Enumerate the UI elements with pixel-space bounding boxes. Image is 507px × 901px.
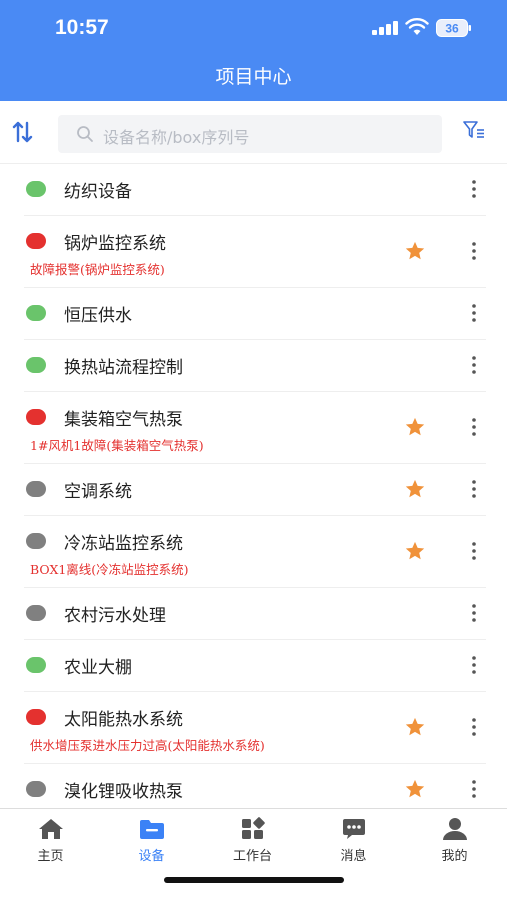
page-title: 项目中心 bbox=[215, 66, 292, 88]
device-name: 换热站流程控制 bbox=[64, 358, 183, 378]
alarm-message: 故障报警(锅炉监控系统) bbox=[30, 262, 165, 277]
favorite-star-icon[interactable] bbox=[404, 416, 426, 438]
status-indicator bbox=[26, 481, 46, 497]
device-name: 锅炉监控系统 bbox=[64, 234, 166, 254]
status-indicator bbox=[26, 605, 46, 621]
favorite-star-icon[interactable] bbox=[404, 778, 426, 800]
home-indicator bbox=[164, 877, 344, 883]
device-folder-icon bbox=[139, 820, 164, 839]
device-name: 冷冻站监控系统 bbox=[64, 534, 183, 554]
device-name: 纺织设备 bbox=[64, 182, 132, 202]
device-row[interactable]: 换热站流程控制 bbox=[24, 339, 486, 392]
status-time: 10:57 bbox=[55, 16, 109, 39]
more-options-icon[interactable] bbox=[469, 241, 479, 261]
device-row[interactable]: 冷冻站监控系统 BOX1离线(冷冻站监控系统) bbox=[24, 515, 486, 588]
device-name: 农业大棚 bbox=[64, 658, 132, 678]
status-indicator bbox=[26, 409, 46, 425]
device-row[interactable]: 太阳能热水系统供水增压泵进水压力过高(太阳能热水系统) bbox=[24, 691, 486, 764]
tab-workbench[interactable]: 工作台 bbox=[202, 817, 303, 864]
workbench-icon bbox=[241, 817, 265, 839]
tab-devices[interactable]: 设备 bbox=[101, 817, 202, 864]
tab-bar: 主页 设备 工作台 消息 我的 bbox=[0, 808, 507, 901]
device-name: 农村污水处理 bbox=[64, 606, 166, 626]
battery-icon: 36 bbox=[436, 19, 471, 37]
status-indicator bbox=[26, 709, 46, 725]
device-name: 集装箱空气热泵 bbox=[64, 410, 183, 430]
tab-label: 设备 bbox=[138, 849, 165, 864]
device-name: 溴化锂吸收热泵 bbox=[64, 782, 183, 802]
app-header: 10:57 36 项目中心 bbox=[0, 0, 507, 101]
tab-label: 我的 bbox=[441, 849, 468, 864]
favorite-star-icon[interactable] bbox=[404, 478, 426, 500]
more-options-icon[interactable] bbox=[469, 479, 479, 499]
toolbar: 设备名称/box序列号 bbox=[0, 101, 507, 164]
more-options-icon[interactable] bbox=[469, 541, 479, 561]
search-input[interactable]: 设备名称/box序列号 bbox=[58, 115, 442, 153]
device-name: 恒压供水 bbox=[64, 306, 132, 326]
tab-messages[interactable]: 消息 bbox=[303, 817, 404, 864]
status-indicator bbox=[26, 181, 46, 197]
more-options-icon[interactable] bbox=[469, 355, 479, 375]
status-indicator bbox=[26, 657, 46, 673]
more-options-icon[interactable] bbox=[469, 303, 479, 323]
device-row[interactable]: 纺织设备 bbox=[24, 163, 486, 216]
tab-label: 主页 bbox=[37, 849, 64, 864]
status-indicator bbox=[26, 357, 46, 373]
filter-icon[interactable] bbox=[462, 119, 486, 141]
device-name: 空调系统 bbox=[64, 482, 132, 502]
favorite-star-icon[interactable] bbox=[404, 540, 426, 562]
device-row[interactable]: 恒压供水 bbox=[24, 287, 486, 340]
favorite-star-icon[interactable] bbox=[404, 716, 426, 738]
status-bar: 10:57 36 bbox=[0, 0, 507, 58]
tab-profile[interactable]: 我的 bbox=[404, 817, 505, 864]
battery-level: 36 bbox=[445, 22, 459, 36]
tab-label: 消息 bbox=[340, 849, 367, 864]
device-row[interactable]: 溴化锂吸收热泵 bbox=[24, 763, 486, 808]
status-indicator bbox=[26, 533, 46, 549]
more-options-icon[interactable] bbox=[469, 779, 479, 799]
device-row[interactable]: 锅炉监控系统故障报警(锅炉监控系统) bbox=[24, 215, 486, 288]
device-list: 纺织设备 锅炉监控系统 故障报警(锅炉监控系统) 恒压供水 换热站流程控制 集装箱空气热泵… bbox=[0, 163, 507, 808]
status-indicator bbox=[26, 305, 46, 321]
device-row[interactable]: 农村污水处理 bbox=[24, 587, 486, 640]
status-indicator bbox=[26, 781, 46, 797]
tab-home[interactable]: 主页 bbox=[0, 817, 101, 864]
profile-icon bbox=[442, 818, 467, 840]
alarm-message: 1#风机1故障(集装箱空气热泵) bbox=[30, 438, 204, 453]
status-indicator bbox=[26, 233, 46, 249]
device-row[interactable]: 空调系统 bbox=[24, 463, 486, 516]
device-row[interactable]: 集装箱空气热泵 1#风机1故障(集装箱空气热泵) bbox=[24, 391, 486, 464]
cellular-signal-icon bbox=[372, 21, 398, 35]
more-options-icon[interactable] bbox=[469, 417, 479, 437]
message-icon bbox=[342, 819, 365, 839]
alarm-message: BOX1离线(冷冻站监控系统) bbox=[30, 562, 189, 577]
sort-icon[interactable] bbox=[10, 119, 36, 145]
wifi-icon bbox=[405, 18, 429, 35]
home-icon bbox=[38, 819, 63, 839]
device-row[interactable]: 农业大棚 bbox=[24, 639, 486, 692]
device-name: 太阳能热水系统 bbox=[64, 710, 183, 730]
favorite-star-icon[interactable] bbox=[404, 240, 426, 262]
more-options-icon[interactable] bbox=[469, 655, 479, 675]
search-icon bbox=[77, 126, 93, 142]
tab-label: 工作台 bbox=[232, 849, 272, 864]
alarm-message: 供水增压泵进水压力过高(太阳能热水系统) bbox=[30, 738, 265, 753]
search-placeholder: 设备名称/box序列号 bbox=[103, 128, 250, 147]
more-options-icon[interactable] bbox=[469, 603, 479, 623]
more-options-icon[interactable] bbox=[469, 179, 479, 199]
more-options-icon[interactable] bbox=[469, 717, 479, 737]
